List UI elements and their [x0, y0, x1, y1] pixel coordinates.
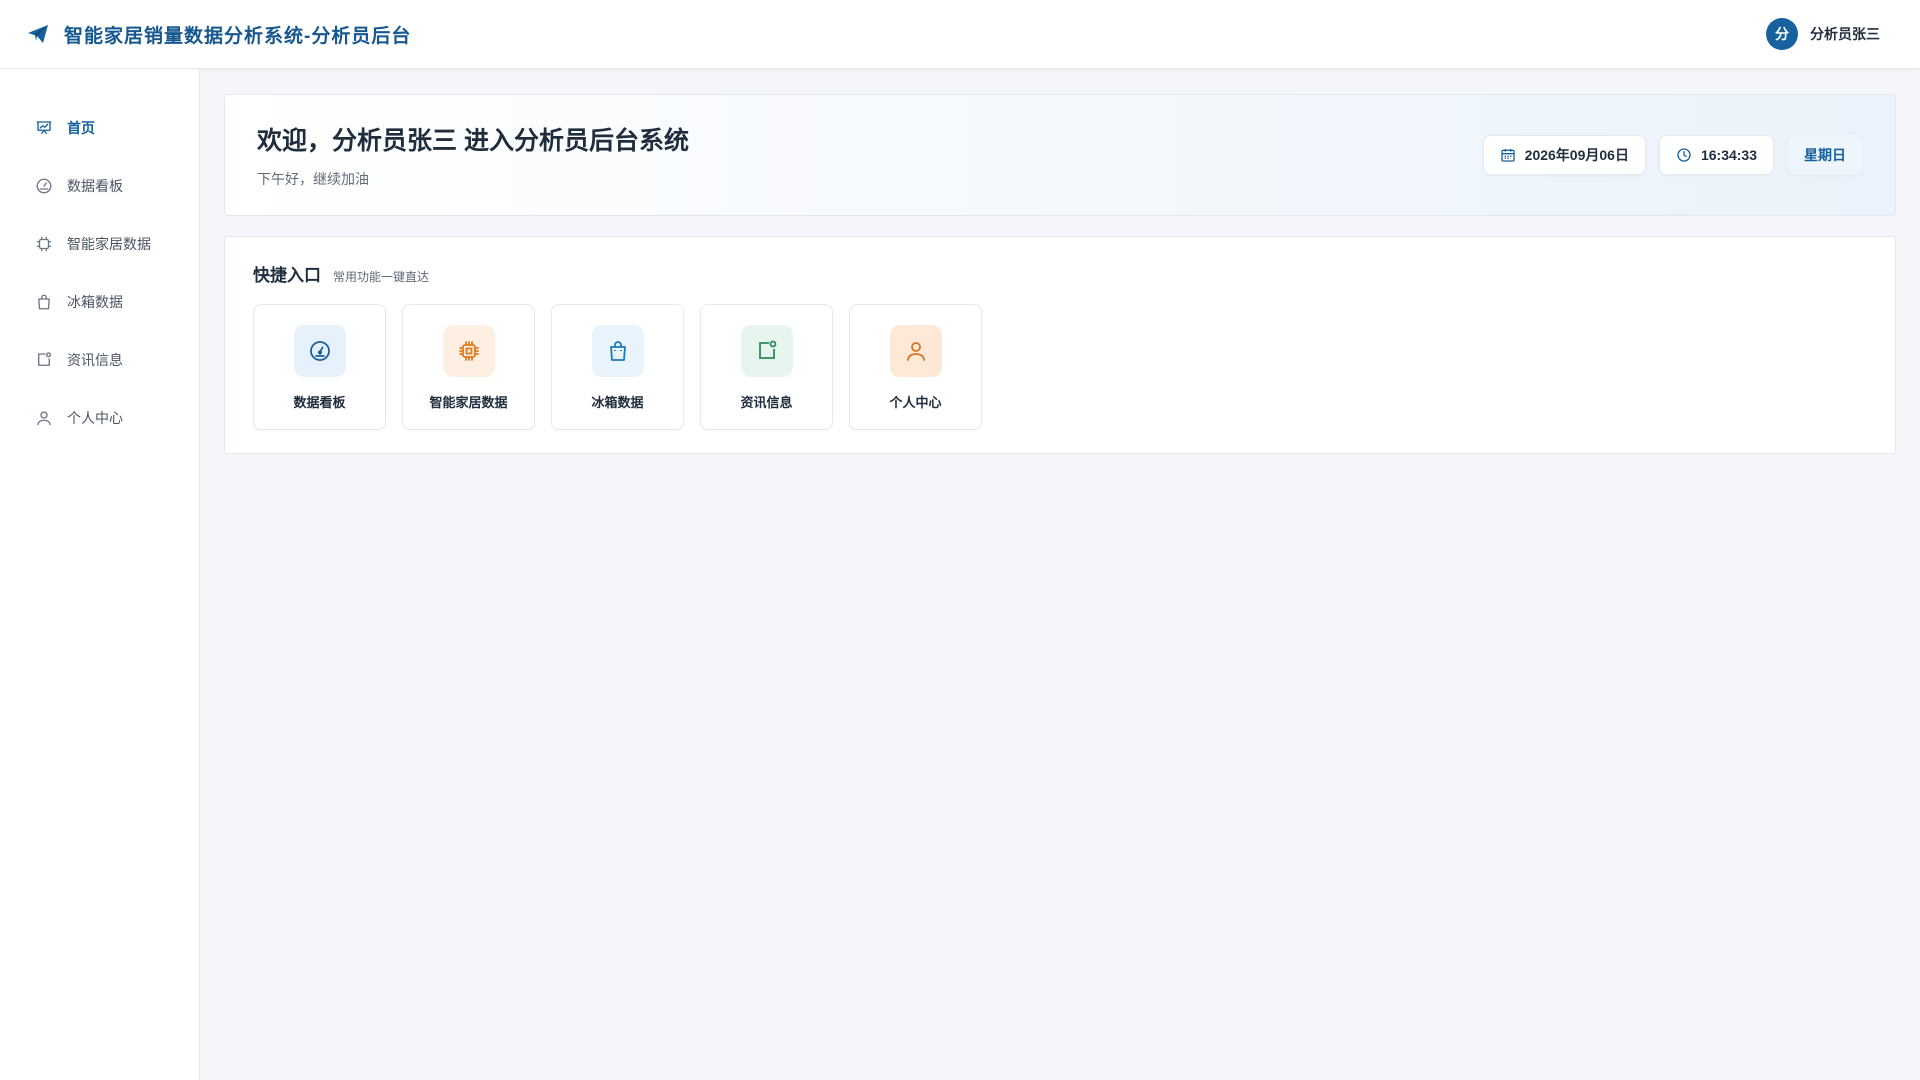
quick-card-fridge[interactable]: 冰箱数据 — [551, 304, 684, 430]
clock-icon — [1676, 147, 1692, 163]
time-text: 16:34:33 — [1700, 147, 1757, 163]
quick-card-label: 智能家居数据 — [429, 395, 508, 410]
sidebar-item-home[interactable]: 首页 — [0, 99, 199, 157]
sidebar-item-news[interactable]: 资讯信息 — [0, 331, 199, 389]
welcome-title: 欢迎，分析员张三 进入分析员后台系统 — [257, 127, 689, 155]
paper-plane-icon — [26, 22, 50, 46]
notification-square-icon — [35, 351, 53, 369]
shopping-bag-icon — [35, 293, 53, 311]
presentation-chart-icon — [35, 119, 53, 137]
quick-card-profile[interactable]: 个人中心 — [849, 304, 982, 430]
date-chip: 2026年09月06日 — [1482, 135, 1646, 175]
quick-card-label: 数据看板 — [293, 395, 346, 410]
quick-access-header: 快捷入口 常用功能一键直达 — [253, 261, 1867, 286]
welcome-subtitle: 下午好，继续加油 — [257, 171, 369, 187]
sidebar-item-label: 首页 — [67, 120, 95, 136]
sidebar-item-fridge[interactable]: 冰箱数据 — [0, 273, 199, 331]
quick-card-label: 资讯信息 — [740, 395, 793, 410]
quick-access-panel: 快捷入口 常用功能一键直达 数据看板 智能家居数据 冰箱数据 资讯信息 个人中心 — [224, 236, 1896, 454]
sidebar-item-label: 数据看板 — [67, 178, 123, 194]
quick-card-news[interactable]: 资讯信息 — [700, 304, 833, 430]
date-text: 2026年09月06日 — [1524, 147, 1629, 163]
gauge-icon — [293, 325, 346, 377]
sidebar: 首页 数据看板 智能家居数据 冰箱数据 资讯信息 个人中心 — [0, 69, 200, 1080]
gauge-icon — [35, 177, 53, 195]
chip-icon — [35, 235, 53, 253]
quick-access-title: 快捷入口 — [253, 266, 321, 285]
chip-icon — [442, 325, 495, 377]
quick-card-smart-home[interactable]: 智能家居数据 — [402, 304, 535, 430]
top-bar: 智能家居销量数据分析系统-分析员后台 分 分析员张三 — [0, 0, 1920, 69]
user-menu[interactable]: 分 分析员张三 — [1766, 18, 1880, 50]
quick-card-label: 个人中心 — [889, 395, 942, 410]
sidebar-item-label: 资讯信息 — [67, 352, 123, 368]
shopping-bag-icon — [591, 325, 644, 377]
sidebar-item-label: 冰箱数据 — [67, 294, 123, 310]
time-chip: 16:34:33 — [1658, 135, 1774, 175]
user-icon — [35, 409, 53, 427]
user-icon — [889, 325, 942, 377]
weekday-chip: 星期日 — [1787, 135, 1863, 175]
sidebar-item-smart-home[interactable]: 智能家居数据 — [0, 215, 199, 273]
avatar[interactable]: 分 — [1766, 18, 1798, 50]
sidebar-item-label: 个人中心 — [67, 410, 123, 426]
weekday-text: 星期日 — [1804, 147, 1846, 163]
quick-access-subtitle: 常用功能一键直达 — [333, 270, 430, 284]
sidebar-item-label: 智能家居数据 — [67, 236, 151, 252]
sidebar-item-profile[interactable]: 个人中心 — [0, 389, 199, 447]
welcome-panel: 欢迎，分析员张三 进入分析员后台系统 下午好，继续加油 2026年09月06日 … — [224, 94, 1896, 216]
notification-square-icon — [740, 325, 793, 377]
app-title: 智能家居销量数据分析系统-分析员后台 — [64, 25, 412, 47]
main-content: 欢迎，分析员张三 进入分析员后台系统 下午好，继续加油 2026年09月06日 … — [224, 94, 1896, 454]
quick-access-cards: 数据看板 智能家居数据 冰箱数据 资讯信息 个人中心 — [253, 304, 1867, 430]
user-name[interactable]: 分析员张三 — [1810, 24, 1880, 44]
sidebar-item-dashboard[interactable]: 数据看板 — [0, 157, 199, 215]
quick-card-label: 冰箱数据 — [591, 395, 644, 410]
brand[interactable]: 智能家居销量数据分析系统-分析员后台 — [26, 21, 411, 48]
datetime-chips: 2026年09月06日 16:34:33 星期日 — [1482, 135, 1863, 175]
quick-card-dashboard[interactable]: 数据看板 — [253, 304, 386, 430]
welcome-text: 欢迎，分析员张三 进入分析员后台系统 下午好，继续加油 — [257, 121, 689, 189]
calendar-icon — [1500, 147, 1516, 163]
